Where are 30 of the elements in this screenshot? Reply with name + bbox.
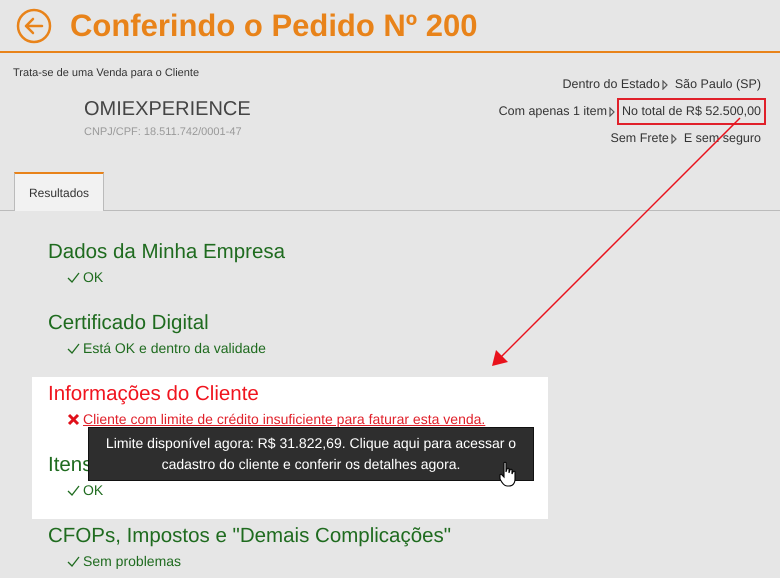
check-icon [67, 271, 80, 284]
error-x-icon [67, 413, 80, 426]
status-message: OK [83, 268, 104, 287]
client-name: OMIEXPERIENCE [84, 96, 251, 122]
section-title: Dados da Minha Empresa [48, 239, 286, 264]
client-intro-text: Trata-se de uma Venda para o Cliente [13, 66, 200, 81]
summary-value: São Paulo (SP) [674, 76, 762, 93]
summary-label: Sem Frete [610, 130, 669, 147]
summary-value: No total de R$ 52.500,00 [617, 98, 766, 125]
results-tab[interactable]: Resultados [14, 172, 104, 211]
page-title: Conferindo o Pedido Nº 200 [70, 6, 478, 44]
tooltip: Limite disponível agora: R$ 31.822,69. Clique aqui para acessar o cadastro do cliente e conferir os detalhes agora. [88, 427, 534, 481]
status-message: OK [83, 481, 104, 500]
summary-label: Com apenas 1 item [498, 103, 607, 120]
section-title: Informações do Cliente [48, 381, 259, 406]
summary-label: Dentro do Estado [562, 76, 660, 93]
summary-value: E sem seguro [682, 130, 762, 147]
status-message: Está OK e dentro da validade [83, 339, 266, 358]
check-icon [67, 555, 80, 568]
check-icon [67, 342, 80, 355]
triangle-right-icon [670, 134, 677, 144]
check-icon [67, 484, 80, 497]
triangle-right-icon [609, 106, 615, 116]
triangle-right-icon [662, 80, 668, 90]
section-title: CFOPs, Impostos e "Demais Complicações" [48, 523, 452, 548]
client-document: CNPJ/CPF: 18.511.742/0001-47 [84, 124, 243, 140]
hand-cursor-icon [499, 461, 517, 487]
status-message: Sem problemas [83, 552, 182, 571]
section-title: Certificado Digital [48, 310, 209, 335]
error-link[interactable]: Cliente com limite de crédito insuficiente para faturar esta venda. [83, 409, 486, 430]
